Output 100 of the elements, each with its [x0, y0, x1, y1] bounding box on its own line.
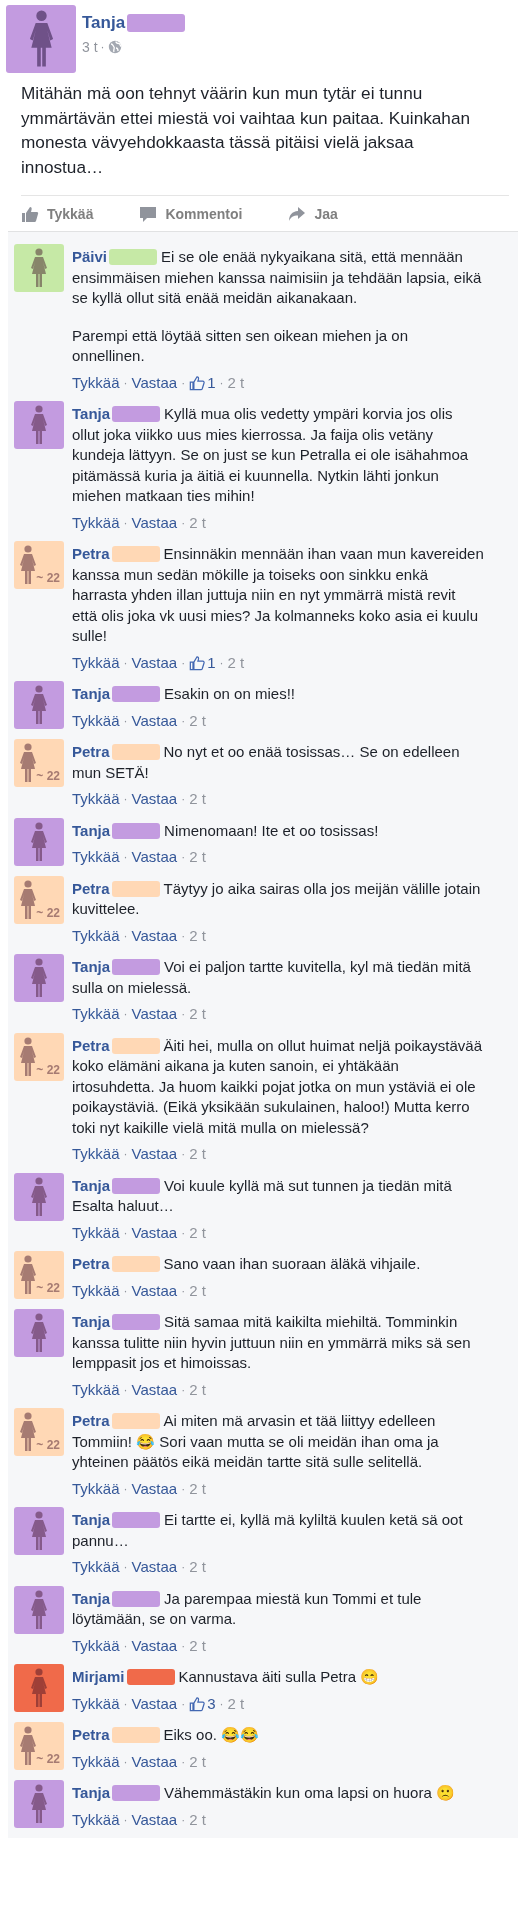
comment-action-link[interactable]: Tykkää [72, 372, 120, 393]
avatar[interactable] [14, 1507, 64, 1555]
like-count[interactable]: 1 [207, 652, 216, 673]
comment-action-link[interactable]: Tykkää [72, 789, 120, 810]
author-name[interactable]: Tanja [82, 13, 126, 33]
comment-action-link[interactable]: Tykkää [72, 512, 120, 533]
separator-dot: · [123, 1559, 128, 1576]
author-name[interactable]: Petra [72, 1412, 110, 1429]
avatar[interactable] [14, 1585, 64, 1634]
comment-action-link[interactable]: Vastaa [131, 925, 178, 946]
comment-action-link[interactable]: Tykkää [72, 710, 120, 731]
avatar[interactable] [14, 954, 64, 1002]
comment-action-link[interactable]: Vastaa [131, 652, 178, 673]
speech-bubble-icon [139, 205, 158, 223]
thumbs-up-icon [189, 374, 206, 391]
comment-action-link[interactable]: Tykkää [72, 1557, 120, 1578]
thumbs-up-icon [21, 205, 39, 223]
author-name[interactable]: Tanja [72, 1176, 111, 1194]
author-name[interactable]: Tanja [72, 685, 111, 702]
author-name[interactable]: Tanja [72, 1313, 111, 1330]
comment-text: Tanja Ei tartte ei, kyllä mä kyliltä kuulen ketä sä oot pannu… [72, 1510, 464, 1551]
comment-action-link[interactable]: Vastaa [131, 1809, 178, 1830]
author-name[interactable]: Petra [72, 879, 110, 897]
comment-action-link[interactable]: Tykkää [72, 1693, 120, 1714]
author-name[interactable]: Tanja [72, 1589, 111, 1607]
comment-action-link[interactable]: Vastaa [131, 1478, 178, 1499]
comment-action-link[interactable]: Tykkää [72, 1478, 120, 1499]
separator-dot: · [123, 1006, 128, 1023]
separator-dot: · [181, 1695, 186, 1713]
person-icon [29, 1313, 49, 1353]
globe-icon [107, 40, 122, 54]
person-icon [29, 1589, 49, 1630]
author-name[interactable]: Tanja [72, 1511, 111, 1528]
comment-text: Päivi Ei se ole enää nykyaikana sitä, että mennään ensimmäisen miehen kanssa naimisiin ja tehdään lapsia, eikä se kyllä ollut sitä enää meidän aikanakaan. [72, 247, 483, 308]
comment-action-link[interactable]: Vastaa [131, 1693, 178, 1714]
avatar[interactable] [14, 1309, 64, 1357]
separator-dot: · [181, 849, 186, 866]
author-name[interactable]: Petra [72, 545, 110, 562]
comment-action-link[interactable]: Vastaa [131, 1004, 178, 1025]
author-name[interactable]: Mirjami [72, 1668, 125, 1685]
avatar[interactable] [14, 1780, 64, 1828]
comment-action-link[interactable]: Tykkää [72, 1280, 120, 1301]
author-name[interactable]: Päivi [72, 248, 108, 265]
comment-action-link[interactable]: Vastaa [131, 847, 178, 868]
comment-action-link[interactable]: Vastaa [131, 1635, 178, 1656]
avatar[interactable] [6, 5, 76, 73]
author-name[interactable]: Petra [72, 1726, 110, 1743]
avatar[interactable] [14, 401, 64, 449]
comment-action-link[interactable]: Vastaa [131, 1557, 178, 1578]
action-button[interactable]: Jaa [288, 205, 338, 223]
comment-action-link[interactable]: Vastaa [131, 512, 178, 533]
comment-action-link[interactable]: Vastaa [131, 710, 178, 731]
author-name[interactable]: Tanja [72, 405, 111, 422]
comment-action-link[interactable]: Vastaa [131, 372, 178, 393]
comment-action-link[interactable]: Tykkää [72, 652, 120, 673]
redaction-bar [112, 959, 161, 975]
comment-action-link[interactable]: Vastaa [131, 1379, 178, 1400]
author-name[interactable]: Tanja [72, 821, 111, 839]
comment-text: Tanja Vähemmästäkin kun oma lapsi on huora 🙁 [72, 1783, 456, 1803]
comment-action-link[interactable]: Vastaa [131, 1144, 178, 1165]
author-name[interactable]: Petra [72, 1255, 110, 1272]
author-name[interactable]: Tanja [72, 958, 111, 975]
redaction-bar [111, 1413, 160, 1429]
avatar[interactable] [14, 817, 64, 866]
separator-dot: · [181, 654, 186, 672]
comment-action-link[interactable]: Tykkää [72, 1222, 120, 1243]
redaction-bar [111, 546, 160, 562]
author-name[interactable]: Petra [72, 1036, 110, 1054]
avatar[interactable] [14, 1664, 64, 1712]
comment-action-link[interactable]: Tykkää [72, 1379, 120, 1400]
comment-action-link[interactable]: Tykkää [72, 1004, 120, 1025]
redaction-bar [112, 1177, 161, 1194]
separator-dot: · [181, 1480, 186, 1498]
avatar[interactable] [14, 1172, 64, 1221]
comment-action-link[interactable]: Tykkää [72, 1635, 120, 1656]
comment-action-link[interactable]: Vastaa [131, 1222, 178, 1243]
avatar[interactable] [14, 244, 64, 292]
comment-text: Tanja Esakin on on mies!! [72, 684, 296, 704]
comment-action-link[interactable]: Tykkää [72, 1751, 120, 1772]
avatar[interactable] [14, 681, 64, 729]
redaction-bar [111, 1037, 160, 1054]
action-button[interactable]: Kommentoi [139, 205, 243, 223]
comment-action-link[interactable]: Tykkää [72, 847, 120, 868]
person-icon [18, 1036, 38, 1077]
action-button[interactable]: Tykkää [21, 205, 94, 223]
comment-action-link[interactable]: Vastaa [131, 1751, 178, 1772]
comment-action-link[interactable]: Vastaa [131, 789, 178, 810]
author-name[interactable]: Tanja [72, 1784, 111, 1801]
comment-action-link[interactable]: Tykkää [72, 925, 120, 946]
post-text: Mitähän mä oon tehnyt väärin kun mun tytär ei tunnu ymmärtävän ettei miestä voi vaihtaa kun paitaa. Kuinkahan monesta vävyehdokkaasta tässä pitäisi vielä jaksaa innostua… [20, 82, 472, 179]
comment-action-link[interactable]: Vastaa [131, 1280, 178, 1301]
age-label: ~ 22 [36, 1282, 60, 1294]
like-count[interactable]: 1 [207, 372, 216, 393]
comment-action-link[interactable]: Tykkää [72, 1144, 120, 1165]
person-icon [29, 405, 49, 445]
separator-dot: · [181, 1637, 186, 1655]
redaction-bar [112, 822, 161, 839]
author-name[interactable]: Petra [72, 743, 110, 760]
like-count[interactable]: 3 [207, 1693, 216, 1714]
comment-action-link[interactable]: Tykkää [72, 1809, 120, 1830]
